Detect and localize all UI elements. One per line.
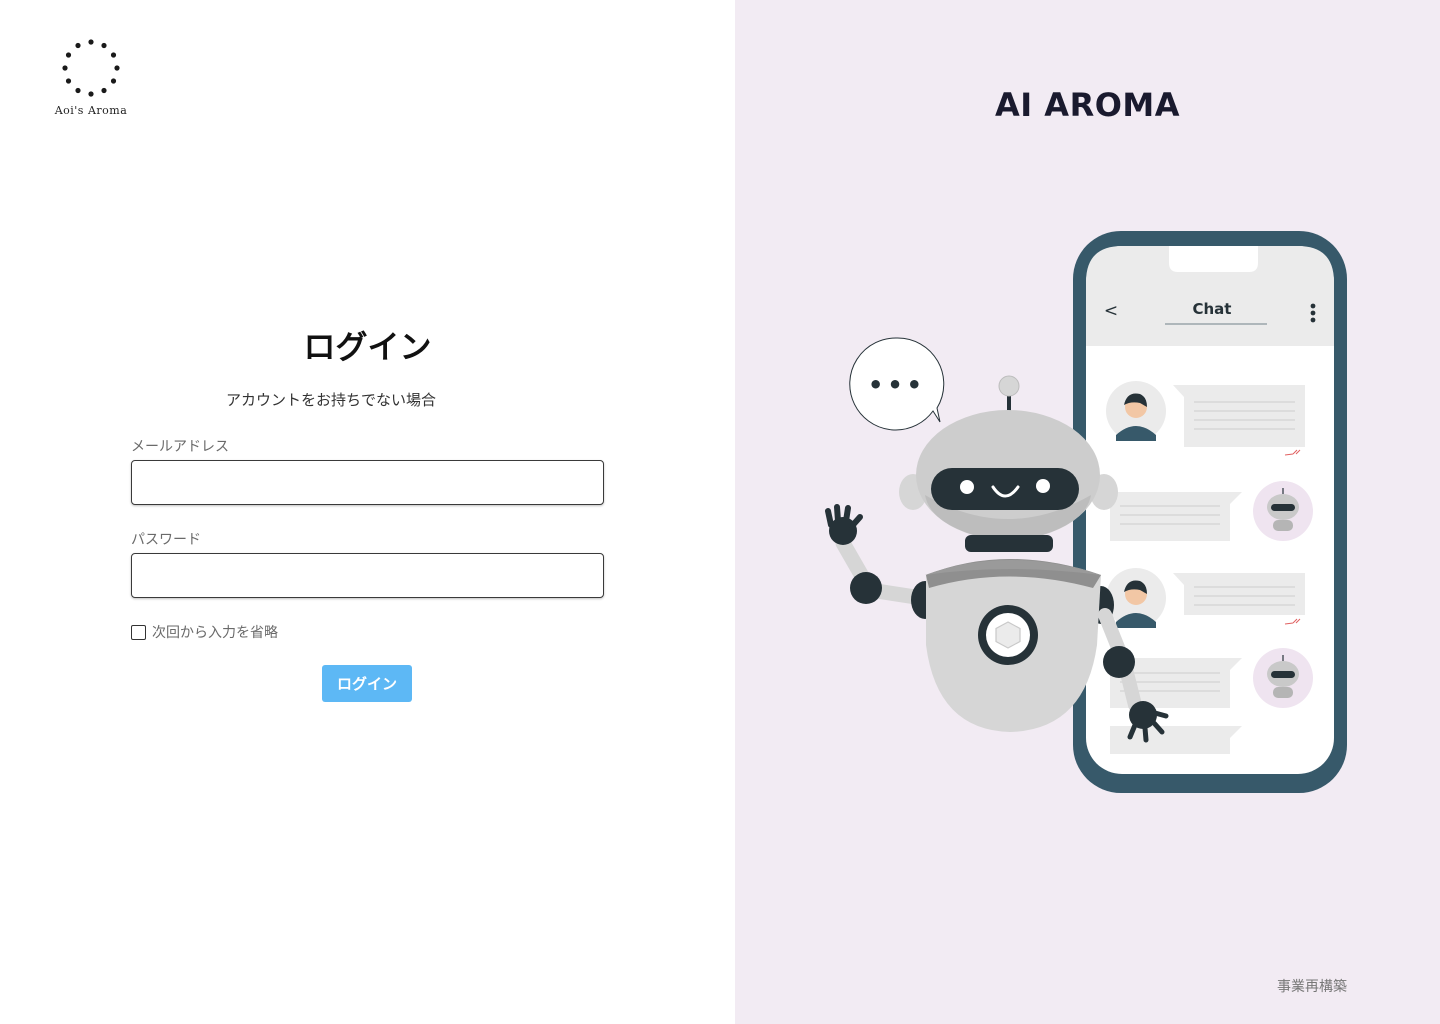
speech-bubble: ••• <box>849 337 945 431</box>
footer-text: 事業再構築 <box>1277 979 1347 995</box>
login-panel: Aoi's Aroma ログイン アカウントをお持ちでない場合 メールアドレス … <box>0 0 735 1024</box>
remember-label: 次回から入力を省略 <box>152 625 278 641</box>
password-label: パスワード <box>131 532 201 548</box>
remember-option: 次回から入力を省略 <box>131 622 278 642</box>
email-label: メールアドレス <box>131 439 229 455</box>
remember-checkbox[interactable] <box>131 624 146 640</box>
password-field[interactable] <box>131 553 604 598</box>
login-button[interactable]: ログイン <box>322 665 412 702</box>
logo-text: Aoi's Aroma <box>54 104 128 117</box>
back-arrow-icon: < <box>1104 301 1118 321</box>
brand-logo: Aoi's Aroma <box>48 38 134 117</box>
speech-bubble-text: ••• <box>868 371 926 399</box>
signup-link[interactable]: アカウントをお持ちでない場合 <box>131 389 531 410</box>
hero-title: AI AROMA <box>994 86 1181 124</box>
hero-panel: AI AROMA < Chat ••• 事業再構築 <box>735 0 1440 1024</box>
phone-illustration: < Chat <box>1073 231 1347 793</box>
phone-chat-title: Chat <box>1193 300 1232 318</box>
logo-dots-icon <box>62 39 120 97</box>
email-field[interactable] <box>131 460 604 505</box>
robot-chat-illustration: < Chat ••• <box>825 231 1347 793</box>
more-options-icon <box>1310 303 1316 323</box>
login-title: ログイン <box>303 328 432 366</box>
